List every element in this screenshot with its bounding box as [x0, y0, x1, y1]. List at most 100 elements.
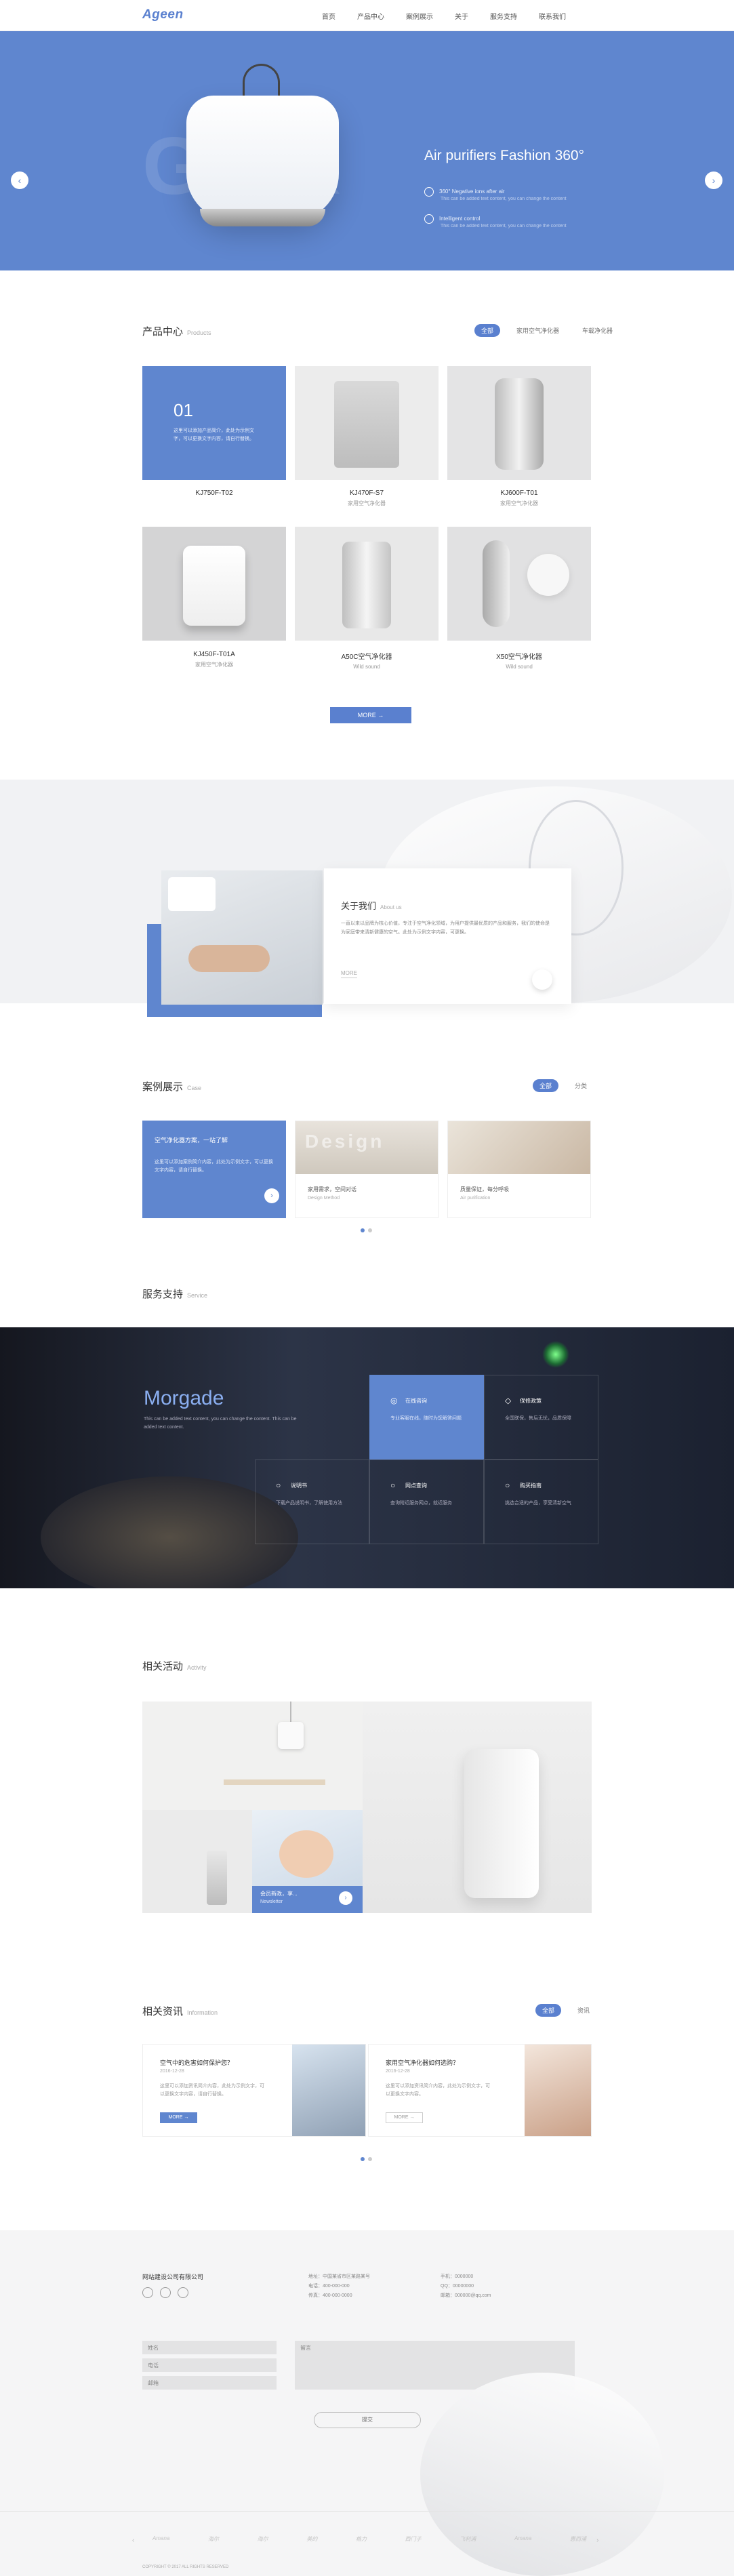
news-more-button[interactable]: MORE →: [386, 2112, 423, 2123]
news-heading: 相关资讯 Information: [142, 2006, 218, 2017]
activity-arrow-button[interactable]: ›: [339, 1891, 352, 1905]
control-icon: [424, 214, 434, 224]
indicator-light: [542, 1341, 569, 1368]
service-cell-consult[interactable]: ◎ 在线咨询 专业客服在线，随时为您解答问题: [369, 1375, 484, 1460]
qq-icon[interactable]: [178, 2287, 188, 2298]
purifier-image: [186, 96, 339, 226]
footer-contact-2: 手机：0000000 QQ：00000000 邮箱：000000@qq.com: [441, 2274, 491, 2298]
product-card[interactable]: [142, 527, 286, 641]
partners-prev[interactable]: ‹: [132, 2537, 134, 2544]
service-heading: 服务支持 Service: [142, 1289, 208, 1300]
phone-field[interactable]: 电话: [142, 2358, 277, 2372]
banner-feature-1: 360° Negative ions after air This can be…: [424, 187, 567, 201]
about-text: 一直以来以品牌为核心价值，专注于空气净化领域，为用户提供最优质的产品和服务，我们…: [341, 921, 550, 935]
news-dot[interactable]: [361, 2157, 365, 2161]
nav-item-contact[interactable]: 联系我们: [539, 11, 566, 21]
service-cell-warranty[interactable]: ◇ 保修政策 全国联保，售后无忧，品质保障: [484, 1375, 598, 1460]
nav-item-service[interactable]: 服务支持: [490, 11, 517, 21]
nav-item-products[interactable]: 产品中心: [357, 11, 384, 21]
cart-icon: ○: [505, 1481, 510, 1490]
about-image: [161, 870, 323, 1005]
tab-cases-all[interactable]: 全部: [533, 1079, 559, 1092]
submit-button[interactable]: 提交: [314, 2412, 421, 2428]
cases-dot[interactable]: [368, 1228, 372, 1232]
tab-car-purifier[interactable]: 车载净化器: [575, 324, 619, 337]
news-card[interactable]: 空气中的危害如何保护您？ 2016-12-28 这里可以添加资讯简介内容，此处为…: [142, 2044, 366, 2137]
footer-contact: 地址：中国某省市区某路某号 电话：400-000-000 传真：400-000-…: [308, 2274, 370, 2298]
banner-prev-button[interactable]: ‹: [11, 172, 28, 189]
tab-home-purifier[interactable]: 家用空气净化器: [510, 324, 566, 337]
banner-feature-2: Intelligent control This can be added te…: [424, 214, 567, 228]
main-nav: 首页 产品中心 案例展示 关于 服务支持 联系我们: [322, 11, 566, 21]
name-field[interactable]: 姓名: [142, 2341, 277, 2354]
tab-news-all[interactable]: 全部: [535, 2004, 562, 2017]
product-card[interactable]: [447, 366, 591, 480]
service-cell-guide[interactable]: ○ 购买指南 挑选合适的产品，享受清新空气: [484, 1460, 598, 1544]
book-icon: ○: [276, 1481, 281, 1490]
cases-dots: [361, 1228, 372, 1232]
weibo-icon[interactable]: [160, 2287, 171, 2298]
cases-tabs: 全部 分类: [533, 1079, 594, 1092]
news-image: [525, 2045, 591, 2136]
cases-dot[interactable]: [361, 1228, 365, 1232]
products-tabs: 全部 家用空气净化器 车载净化器: [474, 324, 619, 337]
banner-next-button[interactable]: ›: [705, 172, 722, 189]
news-card[interactable]: 家用空气净化器如何选购？ 2016-12-28 这里可以添加资讯简介内容，此处为…: [368, 2044, 592, 2137]
ion-icon: [424, 187, 434, 197]
nav-item-cases[interactable]: 案例展示: [406, 11, 433, 21]
news-dot[interactable]: [368, 2157, 372, 2161]
news-dots: [361, 2157, 372, 2161]
product-card[interactable]: [295, 366, 439, 480]
activity-image-baby[interactable]: 会员新政，享... Newsletter ›: [252, 1810, 363, 1913]
about-more-link[interactable]: MORE: [341, 970, 357, 978]
about-title: 关于我们 About us: [341, 901, 402, 911]
news-more-button[interactable]: MORE →: [160, 2112, 197, 2123]
product-caption: KJ750F-T02: [195, 489, 233, 497]
activity-caption: 会员新政，享...: [260, 1891, 298, 1897]
location-icon: ○: [390, 1481, 396, 1490]
social-icons: [142, 2287, 188, 2298]
logo[interactable]: Ageen: [142, 7, 184, 22]
case-arrow-button[interactable]: ›: [264, 1188, 279, 1203]
header: Ageen 首页 产品中心 案例展示 关于 服务支持 联系我们: [0, 0, 734, 31]
product-caption: KJ450F-T01A 家用空气净化器: [193, 651, 235, 668]
nav-item-home[interactable]: 首页: [322, 11, 335, 21]
email-field[interactable]: 邮箱: [142, 2376, 277, 2390]
cases-heading: 案例展示 Case: [142, 1081, 202, 1093]
service-section: Morgade This can be added text content, …: [0, 1327, 734, 1588]
service-cell-manual[interactable]: ○ 说明书 下载产品说明书，了解使用方法: [255, 1460, 369, 1544]
activity-heading: 相关活动 Activity: [142, 1661, 207, 1672]
activity-image-lamp[interactable]: [142, 1702, 363, 1810]
products-more-button[interactable]: MORE →: [330, 707, 411, 723]
partners-next[interactable]: ›: [596, 2537, 598, 2544]
tab-news-info[interactable]: 资讯: [571, 2004, 596, 2017]
activity-image-room[interactable]: [142, 1810, 252, 1913]
activity-image-purifier[interactable]: [363, 1702, 592, 1913]
knob-image: [532, 969, 552, 990]
copyright: COPYRIGHT © 2017 ALL RIGHTS RESERVED: [142, 2565, 229, 2569]
tab-all[interactable]: 全部: [474, 324, 501, 337]
case-card[interactable]: 质量保证，每分呼吸 Air purification: [447, 1121, 591, 1218]
footer-product-image: [420, 2373, 664, 2576]
nav-item-about[interactable]: 关于: [455, 11, 468, 21]
product-card-featured[interactable]: 01 这里可以添加产品简介，此处为示例文字，可以更换文字内容，请自行替换。: [142, 366, 286, 480]
tab-cases-category[interactable]: 分类: [568, 1079, 594, 1092]
case-card[interactable]: Design 家用需求，空间对话 Design Method: [295, 1121, 439, 1218]
footer-company: 网站建设公司有限公司: [142, 2274, 204, 2280]
service-brand-text: This can be added text content, you can …: [144, 1417, 297, 1430]
service-cell-locations[interactable]: ○ 网点查询 查询附近服务网点，就近服务: [369, 1460, 484, 1544]
case-card-featured[interactable]: 空气净化器方案，一站了解 这里可以添加案例简介内容，此处为示例文字，可以更换文字…: [142, 1121, 286, 1218]
product-caption: X50空气净化器 Wild sound: [496, 653, 542, 670]
news-tabs: 全部 资讯: [535, 2004, 596, 2017]
products-heading: 产品中心 Products: [142, 326, 211, 338]
news-image: [292, 2045, 365, 2136]
wechat-icon[interactable]: [142, 2287, 153, 2298]
service-brand: Morgade: [144, 1387, 224, 1409]
product-card[interactable]: [295, 527, 439, 641]
banner-title: Air purifiers Fashion 360°: [424, 148, 585, 163]
partner-logos: Amana 海尔 海尔 美的 格力 西门子 飞利浦 Amana 惠而浦: [152, 2535, 586, 2542]
product-caption: KJ470F-S7 家用空气净化器: [348, 489, 386, 506]
hero-banner: GOR Air purifiers Fashion 360° 360° Nega…: [0, 31, 734, 270]
shield-icon: ◇: [505, 1396, 512, 1405]
product-card[interactable]: [447, 527, 591, 641]
